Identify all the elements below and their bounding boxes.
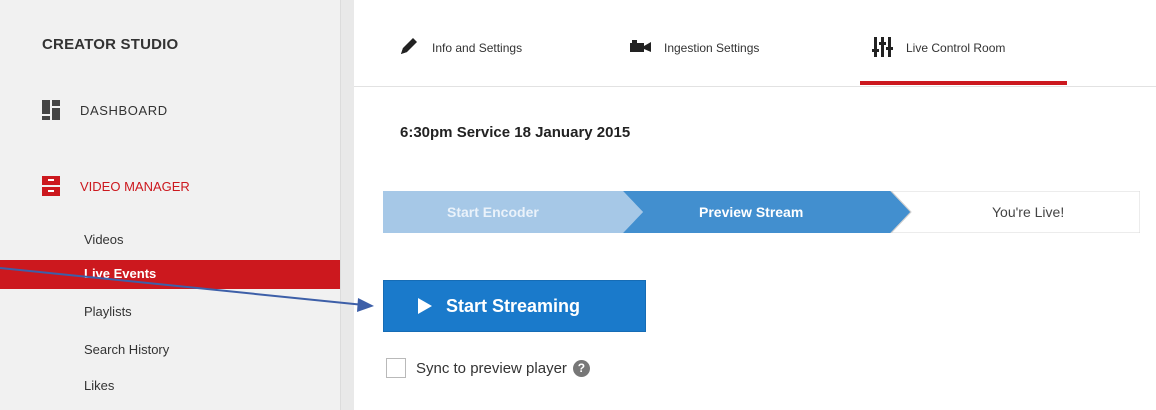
annotation-arrow	[0, 267, 374, 312]
